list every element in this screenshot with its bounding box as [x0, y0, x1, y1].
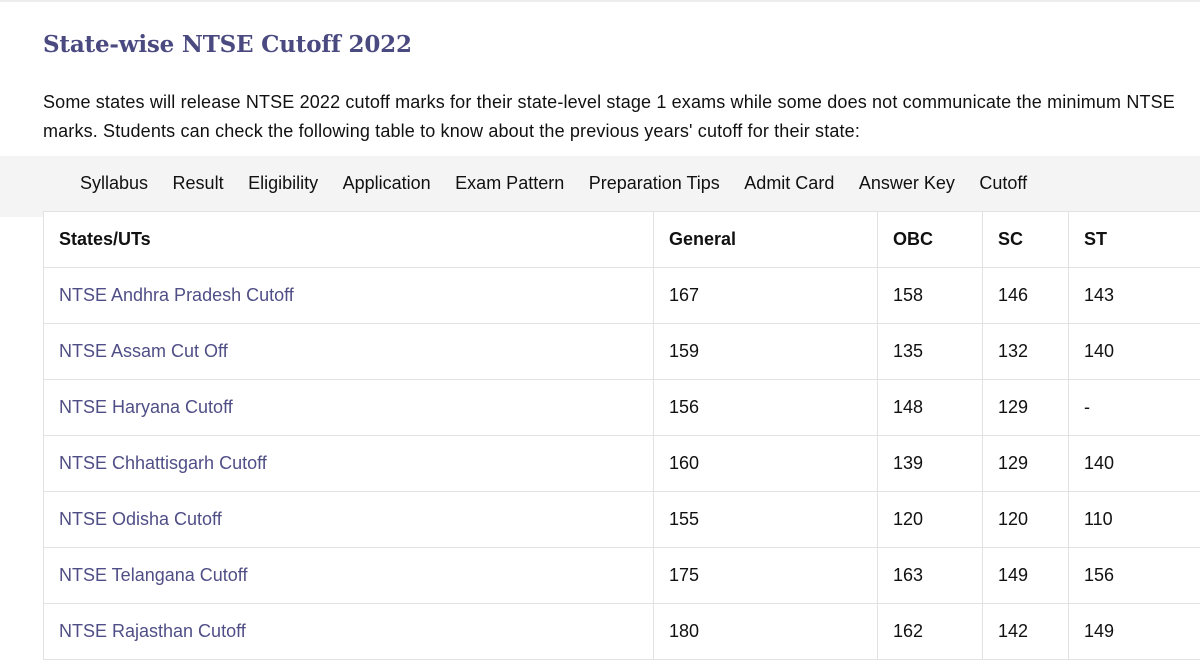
- general-cell: 180: [653, 603, 878, 660]
- header-sc: SC: [982, 211, 1069, 268]
- state-cell: NTSE Andhra Pradesh Cutoff: [43, 267, 654, 324]
- general-cell: 167: [653, 267, 878, 324]
- state-cell: NTSE Rajasthan Cutoff: [43, 603, 654, 660]
- obc-cell: 139: [877, 435, 983, 492]
- table-row: NTSE Andhra Pradesh Cutoff 167 158 146 1…: [43, 267, 1200, 324]
- obc-cell: 163: [877, 547, 983, 604]
- obc-cell: 120: [877, 491, 983, 548]
- general-cell: 160: [653, 435, 878, 492]
- st-cell: 143: [1068, 267, 1200, 324]
- sc-cell: 142: [982, 603, 1069, 660]
- nav-item-cutoff[interactable]: Cutoff: [979, 173, 1027, 194]
- state-link[interactable]: NTSE Haryana Cutoff: [59, 397, 233, 417]
- top-divider: [0, 0, 1200, 2]
- st-cell: 110: [1068, 491, 1200, 548]
- state-link[interactable]: NTSE Rajasthan Cutoff: [59, 621, 246, 641]
- table-header-row: States/UTs General OBC SC ST: [43, 211, 1200, 268]
- section-nav-list: Syllabus Result Eligibility Application …: [0, 156, 1200, 210]
- nav-item-result[interactable]: Result: [173, 173, 224, 194]
- obc-cell: 162: [877, 603, 983, 660]
- nav-item-answer-key[interactable]: Answer Key: [859, 173, 955, 194]
- nav-item-exam-pattern[interactable]: Exam Pattern: [455, 173, 564, 194]
- section-nav-bar: Syllabus Result Eligibility Application …: [0, 156, 1200, 217]
- sc-cell: 132: [982, 323, 1069, 380]
- obc-cell: 158: [877, 267, 983, 324]
- nav-item-application[interactable]: Application: [343, 173, 431, 194]
- general-cell: 155: [653, 491, 878, 548]
- state-cell: NTSE Assam Cut Off: [43, 323, 654, 380]
- state-cell: NTSE Chhattisgarh Cutoff: [43, 435, 654, 492]
- state-link[interactable]: NTSE Assam Cut Off: [59, 341, 228, 361]
- state-cell: NTSE Telangana Cutoff: [43, 547, 654, 604]
- general-cell: 156: [653, 379, 878, 436]
- intro-paragraph: Some states will release NTSE 2022 cutof…: [43, 92, 1175, 141]
- state-link[interactable]: NTSE Telangana Cutoff: [59, 565, 247, 585]
- table-row: NTSE Chhattisgarh Cutoff 160 139 129 140: [43, 435, 1200, 492]
- header-st: ST: [1068, 211, 1200, 268]
- page-title: State-wise NTSE Cutoff 2022: [43, 31, 412, 58]
- sc-cell: 149: [982, 547, 1069, 604]
- st-cell: 149: [1068, 603, 1200, 660]
- header-states: States/UTs: [43, 211, 654, 268]
- obc-cell: 135: [877, 323, 983, 380]
- table-row: NTSE Rajasthan Cutoff 180 162 142 149: [43, 603, 1200, 660]
- sc-cell: 129: [982, 379, 1069, 436]
- nav-item-eligibility[interactable]: Eligibility: [248, 173, 318, 194]
- nav-item-preparation-tips[interactable]: Preparation Tips: [589, 173, 720, 194]
- general-cell: 159: [653, 323, 878, 380]
- nav-item-syllabus[interactable]: Syllabus: [80, 173, 148, 194]
- st-cell: 156: [1068, 547, 1200, 604]
- cutoff-table-container: States/UTs General OBC SC ST NTSE Andhra…: [43, 211, 1200, 660]
- general-cell: 175: [653, 547, 878, 604]
- obc-cell: 148: [877, 379, 983, 436]
- sc-cell: 129: [982, 435, 1069, 492]
- st-cell: 140: [1068, 323, 1200, 380]
- table-row: NTSE Haryana Cutoff 156 148 129 -: [43, 379, 1200, 436]
- st-cell: -: [1068, 379, 1200, 436]
- state-link[interactable]: NTSE Andhra Pradesh Cutoff: [59, 285, 294, 305]
- state-cell: NTSE Haryana Cutoff: [43, 379, 654, 436]
- sc-cell: 146: [982, 267, 1069, 324]
- state-link[interactable]: NTSE Odisha Cutoff: [59, 509, 222, 529]
- table-row: NTSE Telangana Cutoff 175 163 149 156: [43, 547, 1200, 604]
- table-row: NTSE Odisha Cutoff 155 120 120 110: [43, 491, 1200, 548]
- header-general: General: [653, 211, 878, 268]
- nav-item-admit-card[interactable]: Admit Card: [744, 173, 834, 194]
- state-link[interactable]: NTSE Chhattisgarh Cutoff: [59, 453, 267, 473]
- header-obc: OBC: [877, 211, 983, 268]
- cutoff-table: States/UTs General OBC SC ST NTSE Andhra…: [43, 211, 1200, 660]
- st-cell: 140: [1068, 435, 1200, 492]
- table-row: NTSE Assam Cut Off 159 135 132 140: [43, 323, 1200, 380]
- sc-cell: 120: [982, 491, 1069, 548]
- state-cell: NTSE Odisha Cutoff: [43, 491, 654, 548]
